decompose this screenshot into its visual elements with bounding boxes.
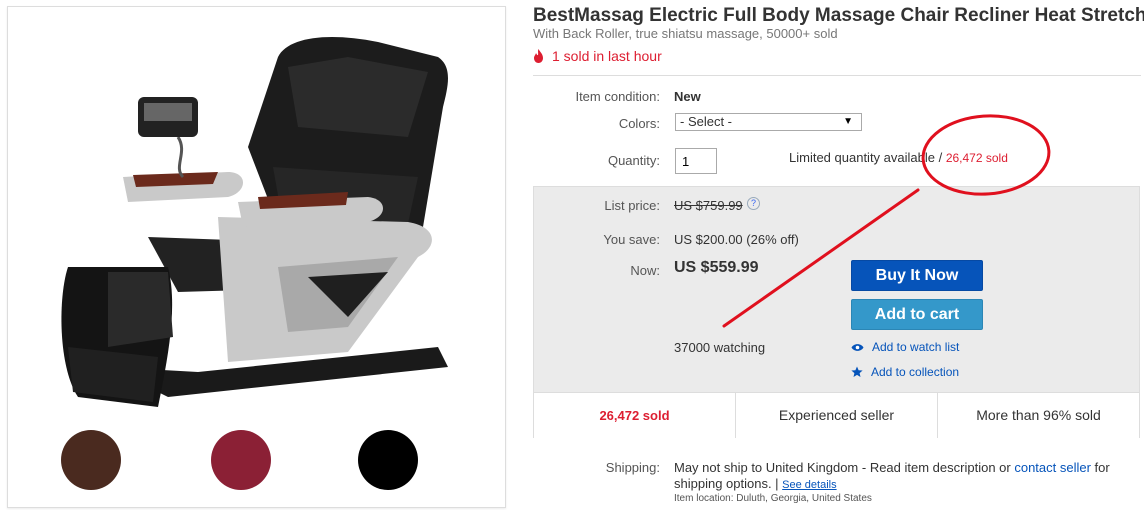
star-icon — [851, 366, 863, 377]
eye-icon — [851, 343, 864, 351]
now-price: US $559.99 — [674, 259, 759, 276]
buy-it-now-button[interactable]: Buy It Now — [851, 260, 983, 291]
add-to-collection-link[interactable]: Add to collection — [851, 365, 959, 379]
item-location: Item location: Duluth, Georgia, United S… — [674, 493, 872, 504]
condition-label: Item condition: — [575, 89, 660, 104]
colors-label: Colors: — [618, 116, 660, 131]
shipping-label: Shipping: — [605, 460, 660, 475]
availability-label: Limited quantity available / — [789, 150, 946, 165]
contact-seller-link[interactable]: contact seller — [1014, 460, 1091, 475]
stats-row: 26,472 sold Experienced seller More than… — [534, 392, 1139, 438]
stat-sold: 26,472 sold — [534, 393, 736, 438]
you-save-value: US $200.00 (26% off) — [674, 232, 799, 247]
availability-sold: 26,472 sold — [945, 151, 1008, 165]
you-save-label: You save: — [603, 232, 660, 247]
stat-seller: Experienced seller — [736, 393, 938, 438]
hot-indicator: 1 sold in last hour — [533, 48, 662, 64]
add-to-watch-list-link[interactable]: Add to watch list — [851, 340, 959, 354]
flame-icon — [534, 49, 543, 63]
availability-text: Limited quantity available / 26,472 sold — [789, 150, 1008, 165]
shipping-text: May not ship to United Kingdom - Read it… — [674, 460, 1124, 493]
chevron-down-icon: ▼ — [843, 116, 853, 127]
list-price-label: List price: — [604, 198, 660, 213]
quantity-label: Quantity: — [607, 153, 660, 168]
product-title: BestMassag Electric Full Body Massage Ch… — [533, 5, 1144, 26]
add-to-watch-list-label: Add to watch list — [872, 340, 960, 354]
add-to-collection-label: Add to collection — [871, 365, 960, 379]
info-icon[interactable]: ? — [747, 197, 760, 210]
image-gallery — [7, 6, 506, 508]
massage-chair-image[interactable] — [48, 27, 448, 417]
condition-value: New — [674, 89, 701, 104]
color-swatch-burgundy[interactable] — [211, 430, 271, 490]
hot-text: 1 sold in last hour — [552, 48, 662, 64]
quantity-input[interactable] — [675, 148, 717, 174]
shipping-text-before: May not ship to United Kingdom - Read it… — [674, 460, 1015, 475]
color-swatch-brown[interactable] — [61, 430, 121, 490]
colors-select-value: - Select - — [680, 114, 733, 129]
list-price-value: US $759.99 — [674, 198, 743, 213]
see-details-link[interactable]: See details — [782, 479, 836, 491]
stat-percent: More than 96% sold — [976, 407, 1101, 423]
colors-select[interactable]: - Select - ▼ — [675, 113, 862, 131]
color-swatch-black[interactable] — [358, 430, 418, 490]
now-label: Now: — [630, 263, 660, 278]
title-divider — [533, 75, 1141, 76]
add-to-cart-button[interactable]: Add to cart — [851, 299, 983, 330]
product-subtitle: With Back Roller, true shiatsu massage, … — [533, 26, 838, 41]
watching-count: 37000 watching — [674, 340, 766, 355]
